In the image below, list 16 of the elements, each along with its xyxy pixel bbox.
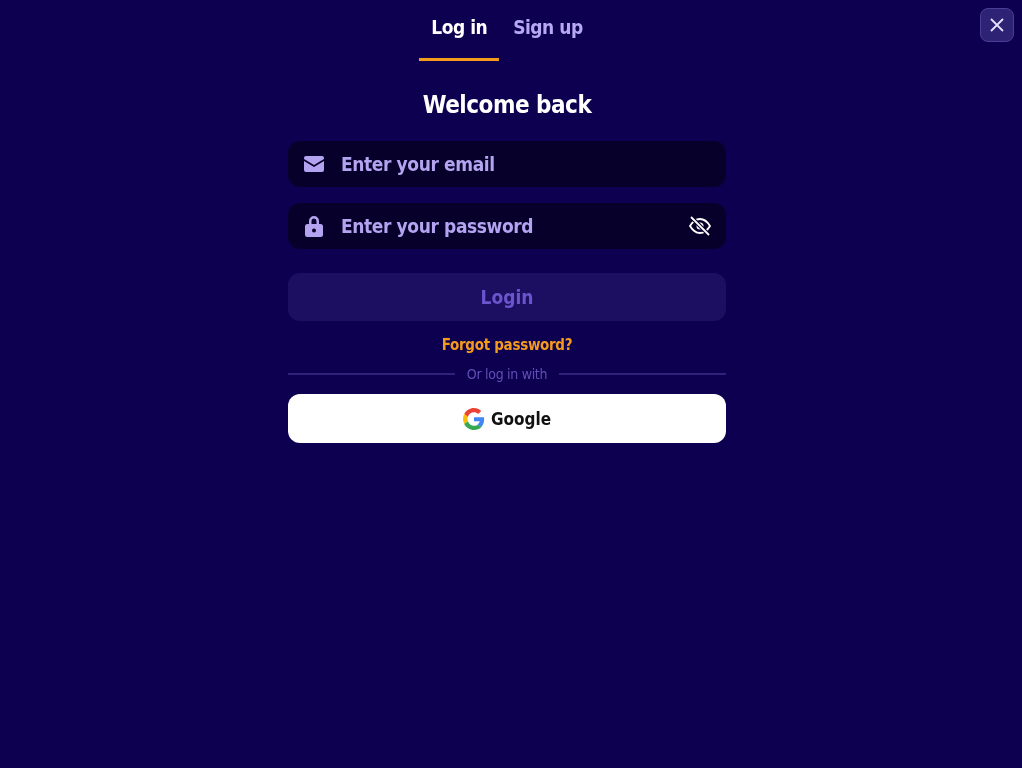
google-button[interactable]: Google (288, 394, 726, 443)
email-field[interactable]: Enter your email (288, 141, 726, 187)
tab[interactable]: Sign up (501, 0, 595, 61)
password-input[interactable]: Enter your password (339, 214, 674, 238)
envelope-icon (304, 156, 324, 172)
forgot-password-link[interactable]: Forgot password? (441, 336, 573, 354)
close-button[interactable] (980, 8, 1014, 42)
heading: Welcome back (421, 91, 593, 119)
lock-icon (305, 215, 323, 237)
tab[interactable]: Log in (419, 0, 500, 61)
close-icon (990, 18, 1004, 32)
divider-label: Or log in with (466, 366, 548, 382)
eye-off-icon[interactable] (688, 216, 712, 236)
password-field[interactable]: Enter your password (288, 203, 726, 249)
email-input[interactable]: Enter your email (339, 152, 712, 176)
google-icon (462, 407, 485, 430)
